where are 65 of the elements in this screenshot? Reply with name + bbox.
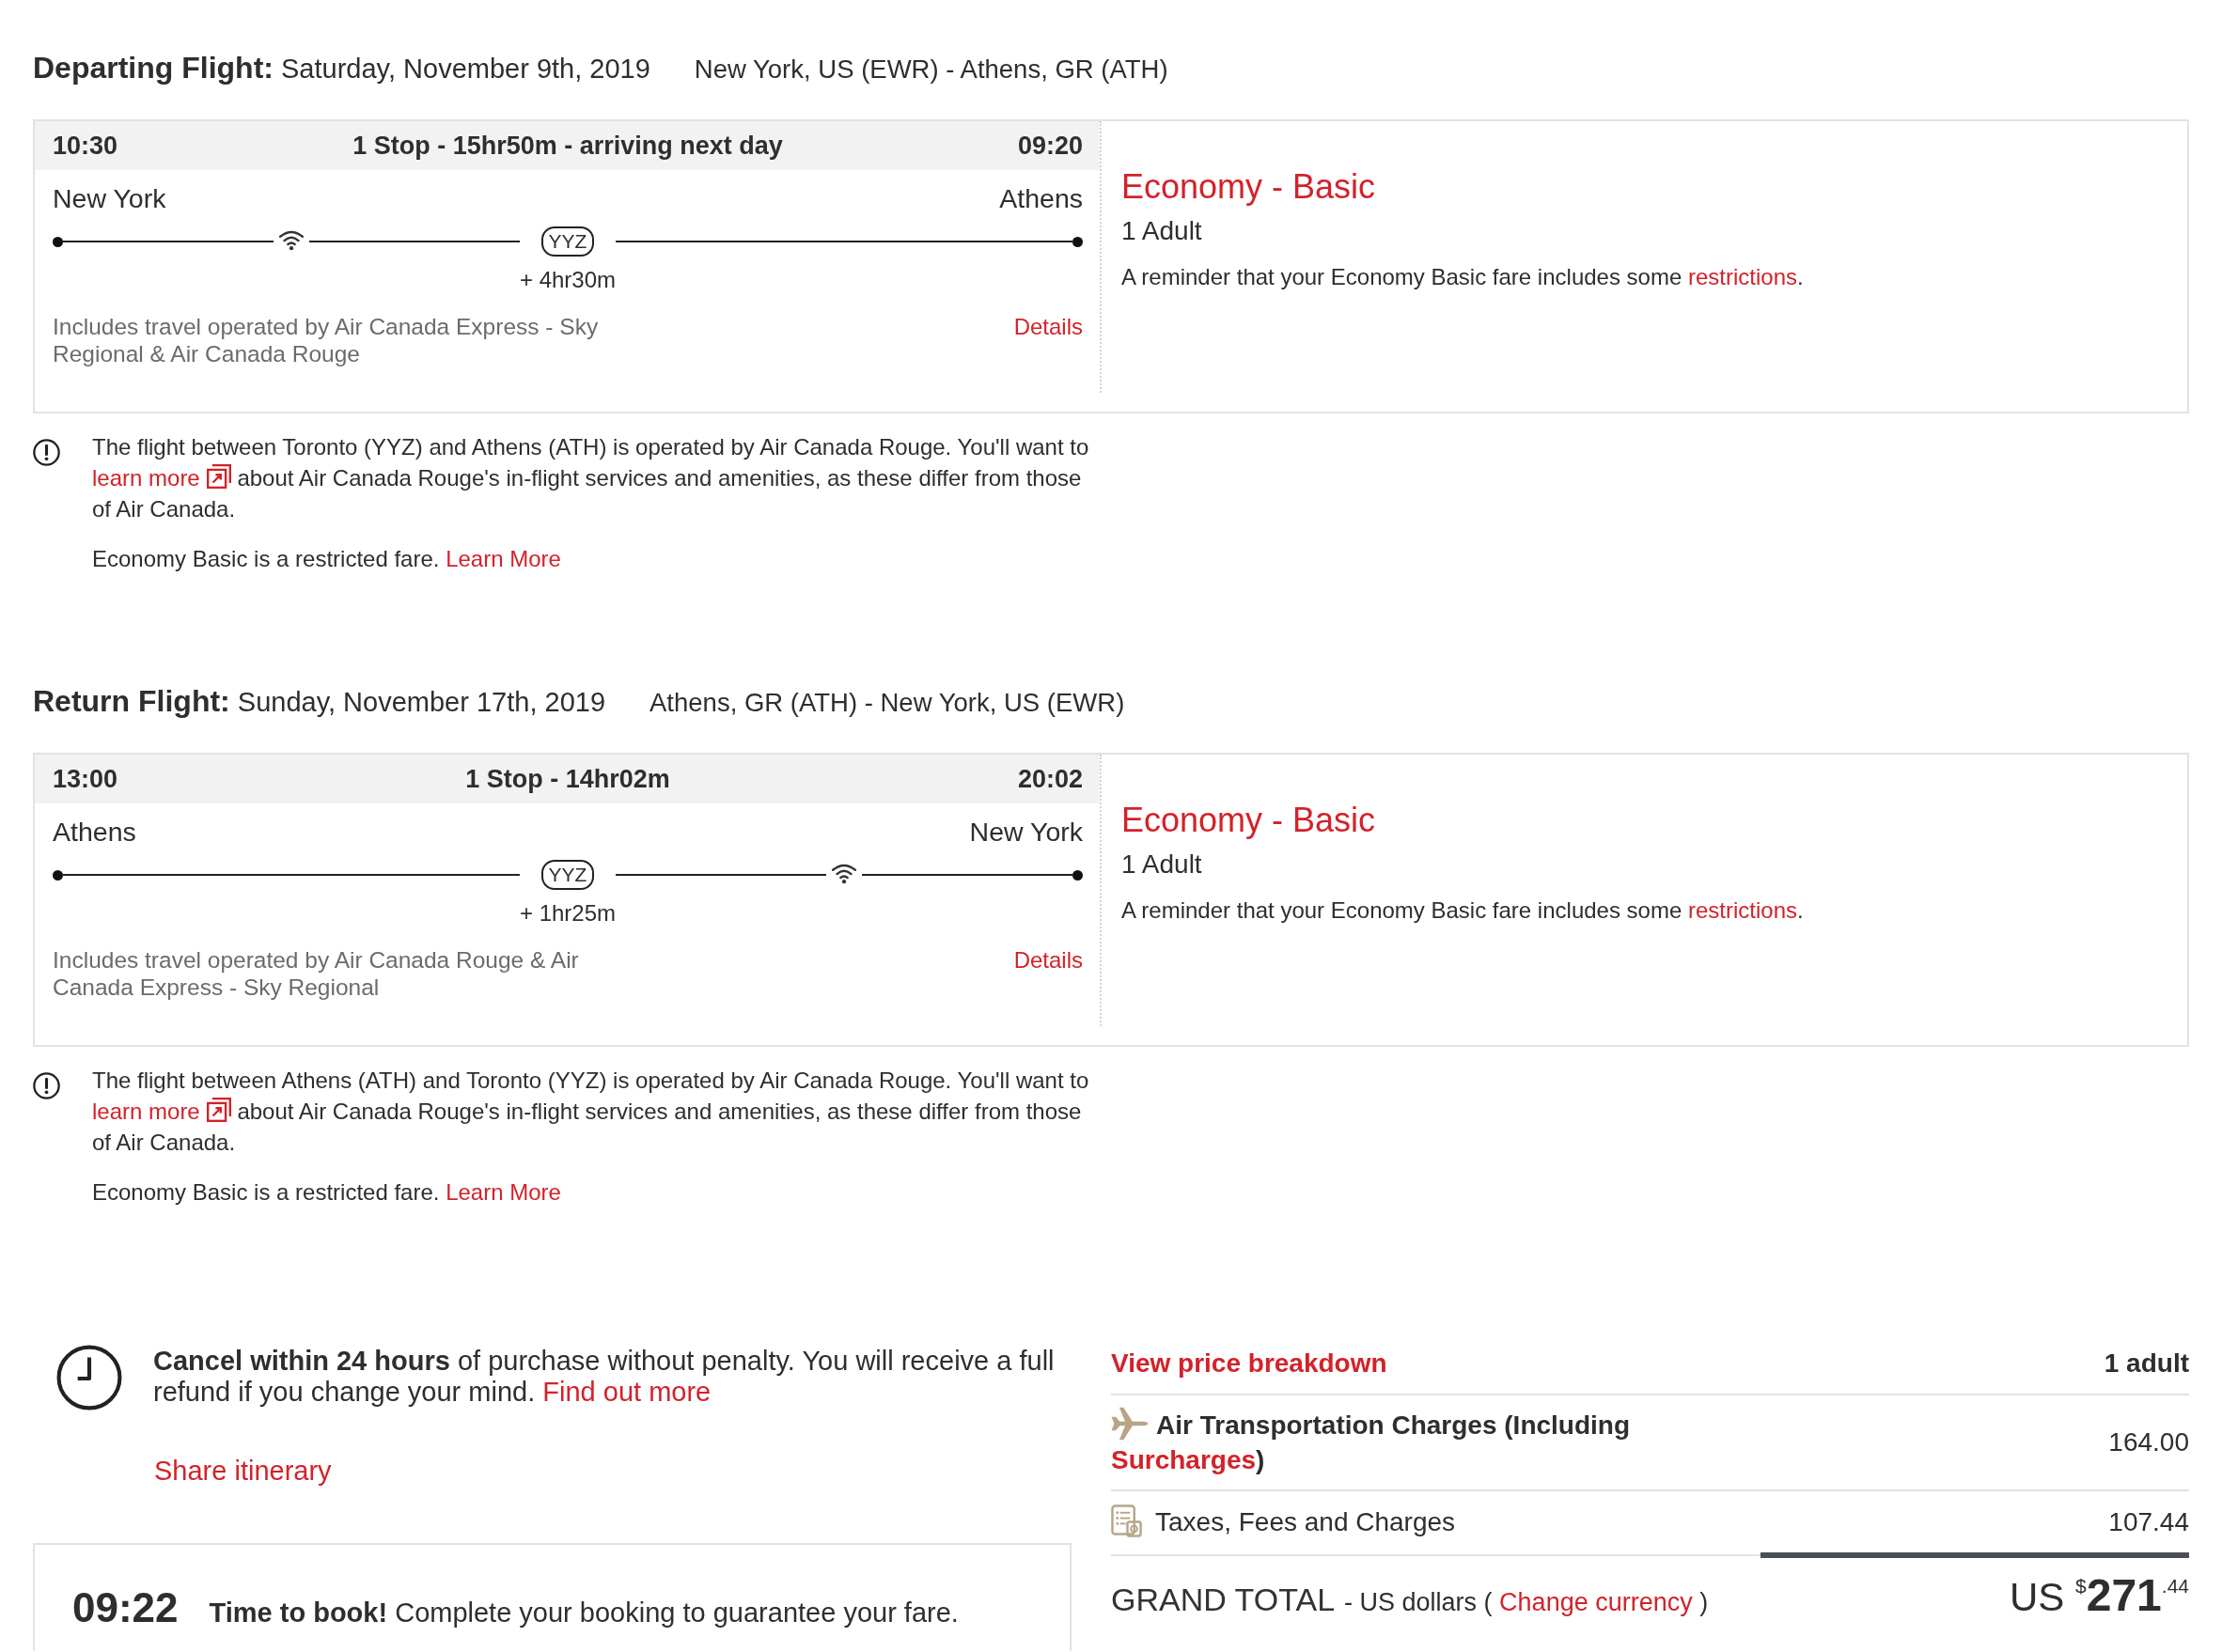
fare-reminder-text: A reminder that your Economy Basic fare includes some restrictions.: [1121, 263, 1805, 291]
flight-summary: 1 Stop - 14hr02m: [465, 764, 670, 794]
route-dot-icon: [53, 869, 63, 881]
external-link-icon: [206, 1098, 231, 1122]
price-breakdown-link[interactable]: View price breakdown: [1111, 1348, 1387, 1379]
flight-heading: Departing Flight: Saturday, November 9th, 2019: [33, 50, 650, 86]
arrival-time: 09:20: [1017, 131, 1083, 161]
passenger-count: 1 Adult: [1121, 215, 1203, 247]
passenger-count: 1 Adult: [1121, 849, 1203, 881]
notice-text: The flight between Athens (ATH) and Toronto (YYZ) is operated by Air Canada Rouge. You'll want to learn more about Air Canada Rouge's in-flight services and amenities, as these differ from those of Air Canada.: [92, 1067, 1090, 1157]
exclamation-circle-icon: [33, 1072, 60, 1099]
destination-city: New York: [969, 816, 1083, 848]
grand-total-label: GRAND TOTAL: [1111, 1581, 1336, 1619]
learn-more-link[interactable]: learn more: [92, 465, 231, 491]
origin-city: New York: [53, 182, 166, 214]
details-link[interactable]: Details: [1013, 313, 1083, 340]
route-dot-icon: [53, 236, 63, 247]
charge-label: Air Transportation Charges (Including Surcharges): [1111, 1407, 1713, 1477]
operators-text: Includes travel operated by Air Canada Rouge & Air Canada Express - Sky Regional: [53, 946, 580, 1001]
departure-time: 13:00: [53, 764, 118, 794]
flight-heading: Return Flight: Sunday, November 17th, 2019: [33, 683, 605, 720]
departure-time: 10:30: [53, 131, 118, 161]
flight-summary: 1 Stop - 15hr50m - arriving next day: [352, 131, 783, 161]
grand-total-amount: US $^{$}$271$^{.44}$: [2010, 1569, 2189, 1618]
clock-icon: [56, 1345, 122, 1410]
fare-reminder-text: A reminder that your Economy Basic fare includes some restrictions.: [1121, 896, 1805, 925]
learn-more-link[interactable]: Learn More: [446, 546, 561, 571]
passenger-column-label: 1 adult: [2104, 1348, 2189, 1379]
timer-message: Time to book! Complete your booking to guarantee your fare.: [209, 1597, 959, 1629]
stop-airport-code: YYZ: [540, 226, 595, 257]
charge-amount: 107.44: [2108, 1506, 2189, 1538]
currency-note: - US dollars ( Change currency ): [1344, 1587, 1709, 1618]
learn-more-link[interactable]: Learn More: [446, 1179, 561, 1205]
plane-icon: [1111, 1407, 1149, 1441]
share-itinerary-link[interactable]: Share itinerary: [154, 1455, 332, 1487]
exclamation-circle-icon: [33, 439, 60, 466]
restrictions-link[interactable]: restrictions: [1687, 897, 1797, 923]
charge-amount: 164.00: [2108, 1426, 2189, 1458]
timer-countdown: 09:22: [72, 1587, 179, 1629]
surcharges-link[interactable]: Surcharges: [1111, 1445, 1257, 1474]
charge-label: Taxes, Fees and Charges: [1111, 1504, 1713, 1539]
fare-cabin: Economy - Basic: [1121, 800, 1377, 841]
learn-more-link[interactable]: learn more: [92, 1099, 231, 1124]
origin-city: Athens: [53, 816, 136, 848]
route-text: Athens, GR (ATH) - New York, US (EWR): [649, 687, 1125, 719]
route-dot-icon: [1072, 236, 1083, 247]
destination-city: Athens: [999, 182, 1083, 214]
layover-duration: + 1hr25m: [519, 900, 617, 927]
arrival-time: 20:02: [1017, 764, 1083, 794]
route-dot-icon: [1072, 869, 1083, 881]
route-text: New York, US (EWR) - Athens, GR (ATH): [694, 54, 1168, 86]
restrictions-link[interactable]: restrictions: [1687, 264, 1797, 289]
external-link-icon: [206, 464, 231, 489]
restriction-text: Economy Basic is a restricted fare. Learn More: [91, 1178, 562, 1207]
find-out-more-link[interactable]: Find out more: [542, 1377, 712, 1407]
layover-duration: + 4hr30m: [519, 267, 617, 293]
change-currency-link[interactable]: Change currency: [1499, 1588, 1693, 1616]
details-link[interactable]: Details: [1013, 946, 1083, 974]
notice-text: The flight between Toronto (YYZ) and Athens (ATH) is operated by Air Canada Rouge. You'll want to learn more about Air Canada Rouge's in-flight services and amenities, as these differ from those of Air Canada.: [92, 433, 1090, 523]
operators-text: Includes travel operated by Air Canada Express - Sky Regional & Air Canada Rouge: [53, 313, 600, 367]
cancellation-text: Cancel within 24 hours of purchase without penalty. You will receive a full refund if you change your mind. Find out more: [153, 1346, 1056, 1408]
restriction-text: Economy Basic is a restricted fare. Learn More: [91, 545, 562, 573]
receipt-icon: [1111, 1504, 1142, 1537]
fare-cabin: Economy - Basic: [1121, 166, 1377, 208]
stop-airport-code: YYZ: [540, 860, 595, 890]
